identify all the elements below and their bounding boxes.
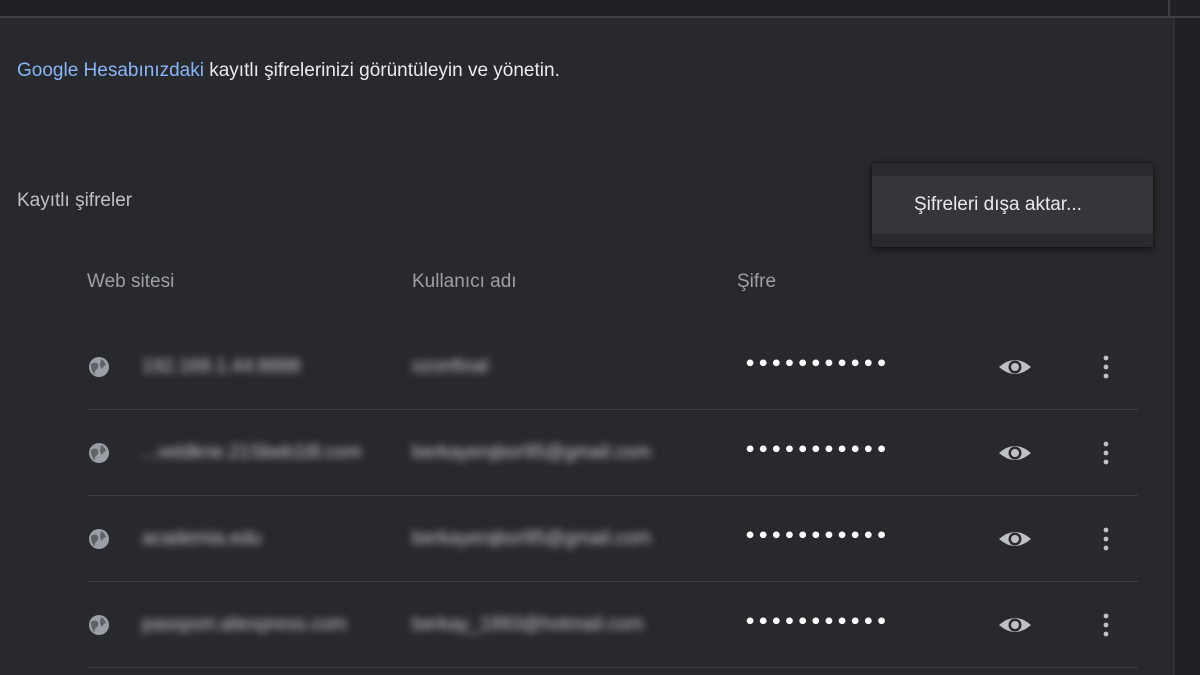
eye-icon[interactable] — [995, 436, 1035, 470]
row-password: ••••••••••• — [744, 611, 889, 633]
row-username: berkayerqbor95@gmail.com — [412, 442, 651, 463]
row-username: ozonfinal — [412, 356, 489, 377]
eye-icon[interactable] — [995, 522, 1035, 556]
row-site: ...veldkne.21Sbeb1t8.com — [142, 442, 362, 463]
eye-icon[interactable] — [995, 350, 1035, 384]
row-username: berkayerqbor95@gmail.com — [412, 528, 651, 549]
more-vert-icon[interactable] — [1093, 436, 1119, 470]
more-vert-icon[interactable] — [1093, 608, 1119, 642]
row-username: berkay_1993@hotmail.com — [412, 614, 644, 635]
password-row: academia.edu berkayerqbor95@gmail.com ••… — [87, 495, 1138, 582]
column-header-username: Kullanıcı adı — [412, 271, 517, 292]
globe-icon — [89, 529, 109, 549]
top-bar — [0, 0, 1200, 18]
row-site: academia.edu — [142, 528, 262, 549]
row-divider — [87, 667, 1138, 675]
saved-passwords-title: Kayıtlı şifreler — [17, 190, 133, 211]
row-password: ••••••••••• — [744, 353, 889, 375]
row-site: passport.aliexpress.com — [142, 614, 347, 635]
row-password: ••••••••••• — [744, 439, 889, 461]
eye-icon[interactable] — [995, 608, 1035, 642]
intro-rest-text: kayıtlı şifrelerinizi görüntüleyin ve yö… — [203, 60, 560, 81]
password-row: 192.168.1.44:8888 ozonfinal ••••••••••• — [87, 324, 1138, 410]
google-account-link[interactable]: Google Hesabınızdaki — [17, 60, 204, 81]
intro-text: Google Hesabınızdaki kayıtlı şifrelerini… — [17, 60, 560, 82]
column-header-password: Şifre — [737, 271, 777, 292]
actions-menu-popup: Şifreleri dışa aktar... — [872, 163, 1153, 247]
more-vert-icon[interactable] — [1093, 522, 1119, 556]
globe-icon — [89, 615, 109, 635]
scrollbar-track[interactable] — [1173, 18, 1200, 675]
globe-icon — [89, 357, 109, 377]
password-row: passport.aliexpress.com berkay_1993@hotm… — [87, 581, 1138, 668]
export-passwords-menu-item[interactable]: Şifreleri dışa aktar... — [872, 176, 1153, 234]
globe-icon — [89, 443, 109, 463]
settings-page: Google Hesabınızdaki kayıtlı şifrelerini… — [0, 0, 1200, 675]
column-header-website: Web sitesi — [87, 271, 175, 292]
top-bar-edge — [1168, 0, 1170, 16]
more-vert-icon[interactable] — [1093, 350, 1119, 384]
row-site: 192.168.1.44:8888 — [142, 356, 301, 377]
password-row: ...veldkne.21Sbeb1t8.com berkayerqbor95@… — [87, 409, 1138, 496]
row-password: ••••••••••• — [744, 525, 889, 547]
